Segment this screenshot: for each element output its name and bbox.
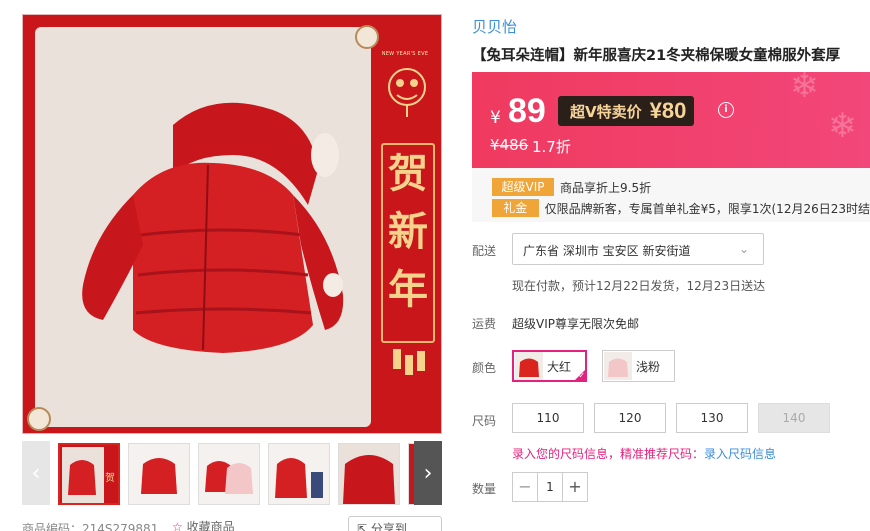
freight-label: 运费 [472,317,497,331]
address-select[interactable]: 广东省 深圳市 宝安区 新安街道 ⌄ [512,233,764,265]
chevron-down-icon: ⌄ [738,242,749,256]
thumbnail-5[interactable] [338,443,400,505]
promotions-panel: 超级VIP 商品享折上9.5折 礼金 仅限品牌新客，专属首单礼金¥5，限享1次(… [472,168,870,222]
svg-text:贺: 贺 [105,472,115,484]
thumbnail-2[interactable] [128,443,190,505]
jacket-pink-icon [608,358,628,377]
currency-symbol: ¥ [490,108,501,128]
product-code: 商品编码：214S279881 [22,522,159,531]
size-option-120[interactable]: 120 [594,403,666,433]
freight-text: 超级VIP尊享无限次免邮 [512,317,639,331]
size-tip: 录入您的尺码信息，精准推荐尺码：录入尺码信息 [512,445,776,462]
snowflake-icon: ❄ [828,106,857,146]
promo-tag: 超级VIP [492,178,554,196]
thumbnail-1[interactable]: 贺 [58,443,120,505]
quantity-input[interactable]: 1 [537,473,563,501]
size-option-130[interactable]: 130 [676,403,748,433]
size-option-110[interactable]: 110 [512,403,584,433]
star-icon: ☆ [172,520,183,531]
size-tip-text: 录入您的尺码信息，精准推荐尺码： [512,447,705,461]
delivery-label: 配送 [472,244,497,258]
current-price: 89 [508,92,546,130]
share-label: 分享到 [370,522,407,531]
thumbnail-strip: ‹ 贺 › [22,441,442,505]
address-value: 广东省 深圳市 宝安区 新安街道 [523,244,691,258]
color-label: 颜色 [472,361,497,375]
color-option-pink[interactable]: 浅粉 [602,350,676,382]
discount-rate: 1.7折 [532,138,571,156]
shipping-estimate: 现在付款，预计12月22日发货，12月23日送达 [512,279,766,293]
color-swatch [515,352,543,380]
red-jacket-illustration [82,102,344,353]
svip-label: 超V特卖价 [570,102,642,121]
promo-tag: 礼金 [492,199,539,217]
banner-char: 贺 [388,150,428,197]
firecracker-icon [393,349,425,375]
thumbnail-4[interactable] [268,443,330,505]
main-product-image[interactable]: NEW YEAR'S EVE 贺 新 年 [22,14,442,434]
brand-link[interactable]: 贝贝怡 [472,16,517,37]
size-option-140: 140 [758,403,830,433]
chevron-right-icon: › [423,460,433,486]
quantity-increase-button[interactable]: + [563,473,587,501]
banner-char: 年 [388,266,428,313]
quantity-label: 数量 [472,482,497,496]
favorite-label: 收藏商品 [186,520,235,531]
snowflake-icon: ❄ [790,72,819,106]
brand-badge-icon [27,407,51,431]
color-swatch [604,352,632,380]
quantity-stepper: − 1 + [512,472,588,502]
check-mark-icon: ✓ [578,371,586,380]
original-price: ¥486 [490,136,529,154]
promo-text: 商品享折上9.5折 [560,180,652,195]
thumbnail-3[interactable] [198,443,260,505]
thumbnail-jacket-icon [199,444,259,504]
promo-text: 仅限品牌新客，专属首单礼金¥5，限享1次(12月26日23时结 [544,201,870,216]
svip-price-badge: 超V特卖价 ¥80 [558,96,695,126]
price-panel: ❄ ❄ ¥ 89 超V特卖价 ¥80 i ¥486 1.7折 [472,72,870,168]
size-entry-link[interactable]: 录入尺码信息 [704,447,776,461]
promo-row: 礼金 仅限品牌新客，专属首单礼金¥5，限享1次(12月26日23时结 [492,199,870,217]
jacket-red-icon [519,358,539,377]
thumbnail-next-button[interactable]: › [414,441,442,505]
share-button[interactable]: ⇱ 分享到 [348,516,442,531]
favorite-button[interactable]: ☆ 收藏商品 [172,518,235,531]
promo-row: 超级VIP 商品享折上9.5折 [492,178,870,196]
quantity-decrease-button[interactable]: − [513,473,537,501]
info-icon[interactable]: i [718,102,734,118]
thumbnail-jacket-icon [129,444,189,504]
color-option-label: 浅粉 [636,359,661,374]
banner-char: 新 [388,208,428,255]
svip-price: ¥80 [649,98,687,123]
share-icon: ⇱ [357,522,368,531]
thumbnail-prev-button[interactable]: ‹ [22,441,50,505]
new-year-banner: NEW YEAR'S EVE 贺 新 年 [375,45,435,405]
thumbnail-jacket-icon [269,444,329,504]
chevron-left-icon: ‹ [31,460,41,486]
product-title: 【兔耳朵连帽】新年服喜庆21冬夹棉保暖女童棉服外套厚 [472,48,841,64]
thumbnail-jacket-icon [339,444,399,504]
size-label: 尺码 [472,414,497,428]
color-option-red[interactable]: 大红 ✓ [512,350,588,382]
product-meta-row: 商品编码：214S279881 ☆ 收藏商品 ⇱ 分享到 [22,516,442,531]
lion-dance-icon [388,68,426,117]
thumbnail-jacket-icon: 贺 [60,445,118,503]
